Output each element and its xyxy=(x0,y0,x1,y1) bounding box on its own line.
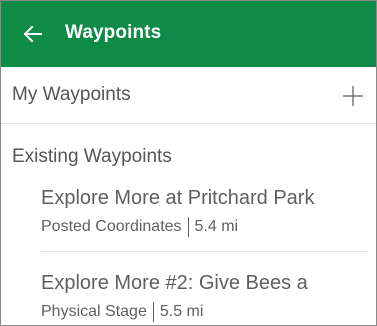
screen: Waypoints My Waypoints Existing Waypoint… xyxy=(0,0,377,326)
waypoint-meta: Posted Coordinates 5.4 mi xyxy=(41,217,238,237)
waypoint-distance: 5.4 mi xyxy=(194,218,239,235)
arrow-left-icon xyxy=(24,26,42,42)
back-button[interactable] xyxy=(19,20,47,48)
waypoint-type: Physical Stage xyxy=(41,303,147,320)
existing-waypoints-heading: Existing Waypoints xyxy=(12,146,172,167)
waypoint-type: Posted Coordinates xyxy=(41,218,182,235)
plus-icon xyxy=(343,86,363,106)
waypoint-distance: 5.5 mi xyxy=(159,303,204,320)
my-waypoints-label: My Waypoints xyxy=(12,84,131,105)
waypoint-title: Explore More at Pritchard Park xyxy=(41,187,315,209)
meta-separator xyxy=(152,302,154,322)
meta-separator xyxy=(187,217,189,237)
list-divider xyxy=(41,251,367,252)
waypoint-meta: Physical Stage 5.5 mi xyxy=(41,302,203,322)
waypoint-item[interactable]: Explore More at Pritchard Park Posted Co… xyxy=(1,187,376,247)
add-waypoint-button[interactable] xyxy=(338,81,368,111)
waypoint-title: Explore More #2: Give Bees a xyxy=(41,272,308,294)
my-waypoints-row[interactable]: My Waypoints xyxy=(1,67,376,124)
app-bar: Waypoints xyxy=(1,1,376,67)
page-title: Waypoints xyxy=(65,22,162,43)
waypoint-item[interactable]: Explore More #2: Give Bees a Physical St… xyxy=(1,272,376,325)
